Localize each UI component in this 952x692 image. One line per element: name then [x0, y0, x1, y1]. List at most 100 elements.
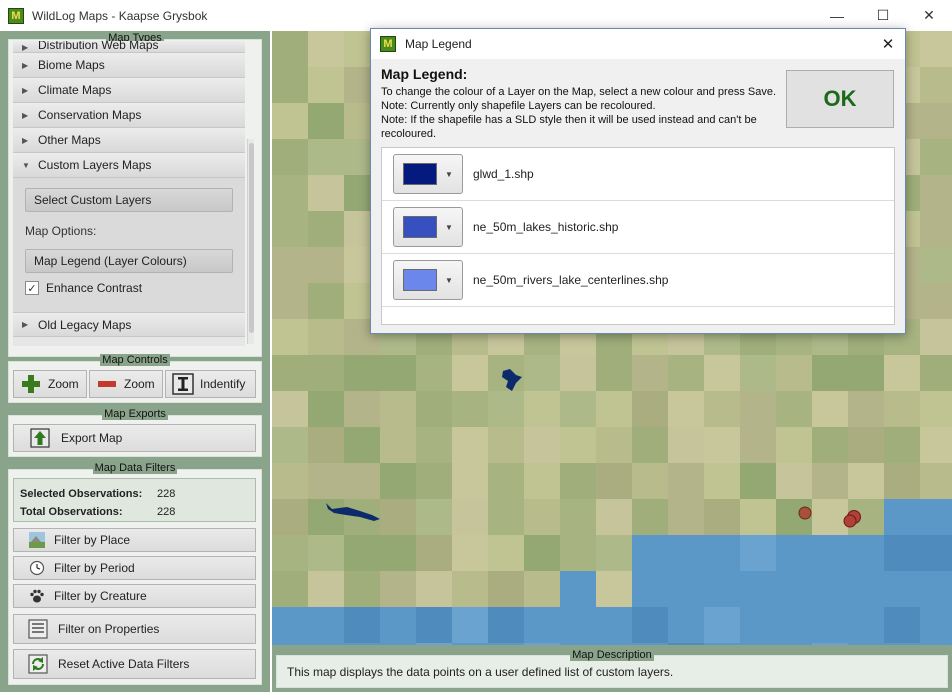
landscape-icon: [29, 532, 45, 548]
map-tile: [668, 463, 704, 499]
map-tile: [740, 535, 776, 571]
map-tile: [776, 535, 812, 571]
map-types-accordion: ▶ Distribution Web Maps ▶ Biome Maps ▶ Clim…: [13, 41, 245, 346]
accordion-item-custom-layers[interactable]: ▼ Custom Layers Maps: [13, 153, 245, 178]
color-picker[interactable]: ▼: [393, 207, 463, 247]
maximize-button[interactable]: ☐: [860, 0, 906, 31]
map-tile: [920, 499, 952, 535]
map-tile: [848, 571, 884, 607]
export-map-button[interactable]: Export Map: [13, 424, 256, 452]
export-arrow-icon: [29, 427, 51, 449]
filter-by-creature-label: Filter by Creature: [54, 589, 147, 603]
filter-by-period-button[interactable]: Filter by Period: [13, 556, 256, 580]
identify-button[interactable]: Indentify: [165, 370, 256, 398]
map-tile: [884, 427, 920, 463]
map-tile: [884, 355, 920, 391]
map-tile: [920, 607, 952, 643]
accordion-item-other[interactable]: ▶ Other Maps: [13, 128, 245, 153]
accordion-item-biome[interactable]: ▶ Biome Maps: [13, 53, 245, 78]
map-tile: [812, 427, 848, 463]
layer-row: ▼ ne_50m_lakes_historic.shp: [382, 201, 894, 254]
map-tile: [848, 427, 884, 463]
map-tile: [884, 463, 920, 499]
map-tile: [308, 427, 344, 463]
map-tile: [344, 427, 380, 463]
ok-button[interactable]: OK: [786, 70, 894, 128]
map-tile: [596, 607, 632, 643]
map-tile: [920, 463, 952, 499]
observation-point[interactable]: [798, 506, 812, 520]
map-tile: [272, 139, 308, 175]
map-tile: [452, 463, 488, 499]
map-tile: [668, 571, 704, 607]
properties-icon: [28, 619, 48, 639]
map-tile: [308, 139, 344, 175]
map-tile: [632, 607, 668, 643]
select-custom-layers-button[interactable]: Select Custom Layers: [25, 188, 233, 212]
map-tile: [272, 319, 308, 355]
map-tile: [776, 391, 812, 427]
map-controls-title: Map Controls: [100, 354, 170, 366]
map-tile: [272, 607, 308, 643]
zoom-out-button[interactable]: Zoom: [89, 370, 163, 398]
map-tile: [920, 67, 952, 103]
map-tile: [776, 427, 812, 463]
accordion-scrollbar[interactable]: [247, 139, 254, 344]
map-tile: [560, 571, 596, 607]
dialog-close-button[interactable]: ✕: [871, 29, 905, 59]
accordion-item-distribution[interactable]: ▶ Distribution Web Maps: [13, 41, 245, 53]
filter-on-properties-label: Filter on Properties: [58, 622, 160, 636]
accordion-item-conservation[interactable]: ▶ Conservation Maps: [13, 103, 245, 128]
map-tile: [704, 535, 740, 571]
color-picker[interactable]: ▼: [393, 154, 463, 194]
filter-on-properties-button[interactable]: Filter on Properties: [13, 614, 256, 644]
close-icon: ✕: [881, 36, 895, 53]
map-tile: [272, 283, 308, 319]
reset-filters-button[interactable]: Reset Active Data Filters: [13, 649, 256, 679]
map-tile: [776, 571, 812, 607]
map-legend-button[interactable]: Map Legend (Layer Colours): [25, 249, 233, 273]
map-tile: [560, 391, 596, 427]
observation-point[interactable]: [843, 514, 857, 528]
map-tile: [740, 355, 776, 391]
map-tile: [920, 103, 952, 139]
map-tile: [596, 427, 632, 463]
minus-icon: [96, 373, 118, 395]
accordion-label: Other Maps: [38, 133, 101, 147]
map-tile: [308, 535, 344, 571]
map-tile: [848, 463, 884, 499]
filter-by-creature-button[interactable]: Filter by Creature: [13, 584, 256, 608]
zoom-in-button[interactable]: Zoom: [13, 370, 87, 398]
enhance-contrast-row[interactable]: ✓ Enhance Contrast: [25, 281, 233, 295]
map-tile: [704, 571, 740, 607]
close-button[interactable]: ✕: [906, 0, 952, 31]
map-tile: [704, 427, 740, 463]
scrollbar-thumb[interactable]: [249, 143, 254, 333]
map-tile: [668, 391, 704, 427]
map-tile: [884, 535, 920, 571]
map-tile: [920, 535, 952, 571]
dropdown-arrow-icon: ▼: [445, 169, 453, 179]
minimize-button[interactable]: —: [814, 0, 860, 31]
map-tile: [920, 391, 952, 427]
map-tile: [380, 463, 416, 499]
layer-name: glwd_1.shp: [473, 167, 534, 181]
dialog-titlebar: M Map Legend ✕: [371, 29, 905, 59]
map-tile: [380, 391, 416, 427]
map-tile: [632, 499, 668, 535]
color-picker[interactable]: ▼: [393, 260, 463, 300]
map-tile: [632, 391, 668, 427]
expand-arrow-icon: ▶: [22, 60, 29, 70]
map-tile: [668, 499, 704, 535]
map-tile: [596, 355, 632, 391]
filter-by-place-button[interactable]: Filter by Place: [13, 528, 256, 552]
filter-by-period-label: Filter by Period: [54, 561, 135, 575]
map-exports-title: Map Exports: [102, 408, 168, 420]
map-tile: [524, 391, 560, 427]
enhance-contrast-checkbox[interactable]: ✓: [25, 281, 39, 295]
accordion-item-old-legacy[interactable]: ▶ Old Legacy Maps: [13, 312, 245, 337]
map-tile: [632, 535, 668, 571]
map-tile: [272, 391, 308, 427]
accordion-item-climate[interactable]: ▶ Climate Maps: [13, 78, 245, 103]
map-tile: [308, 571, 344, 607]
